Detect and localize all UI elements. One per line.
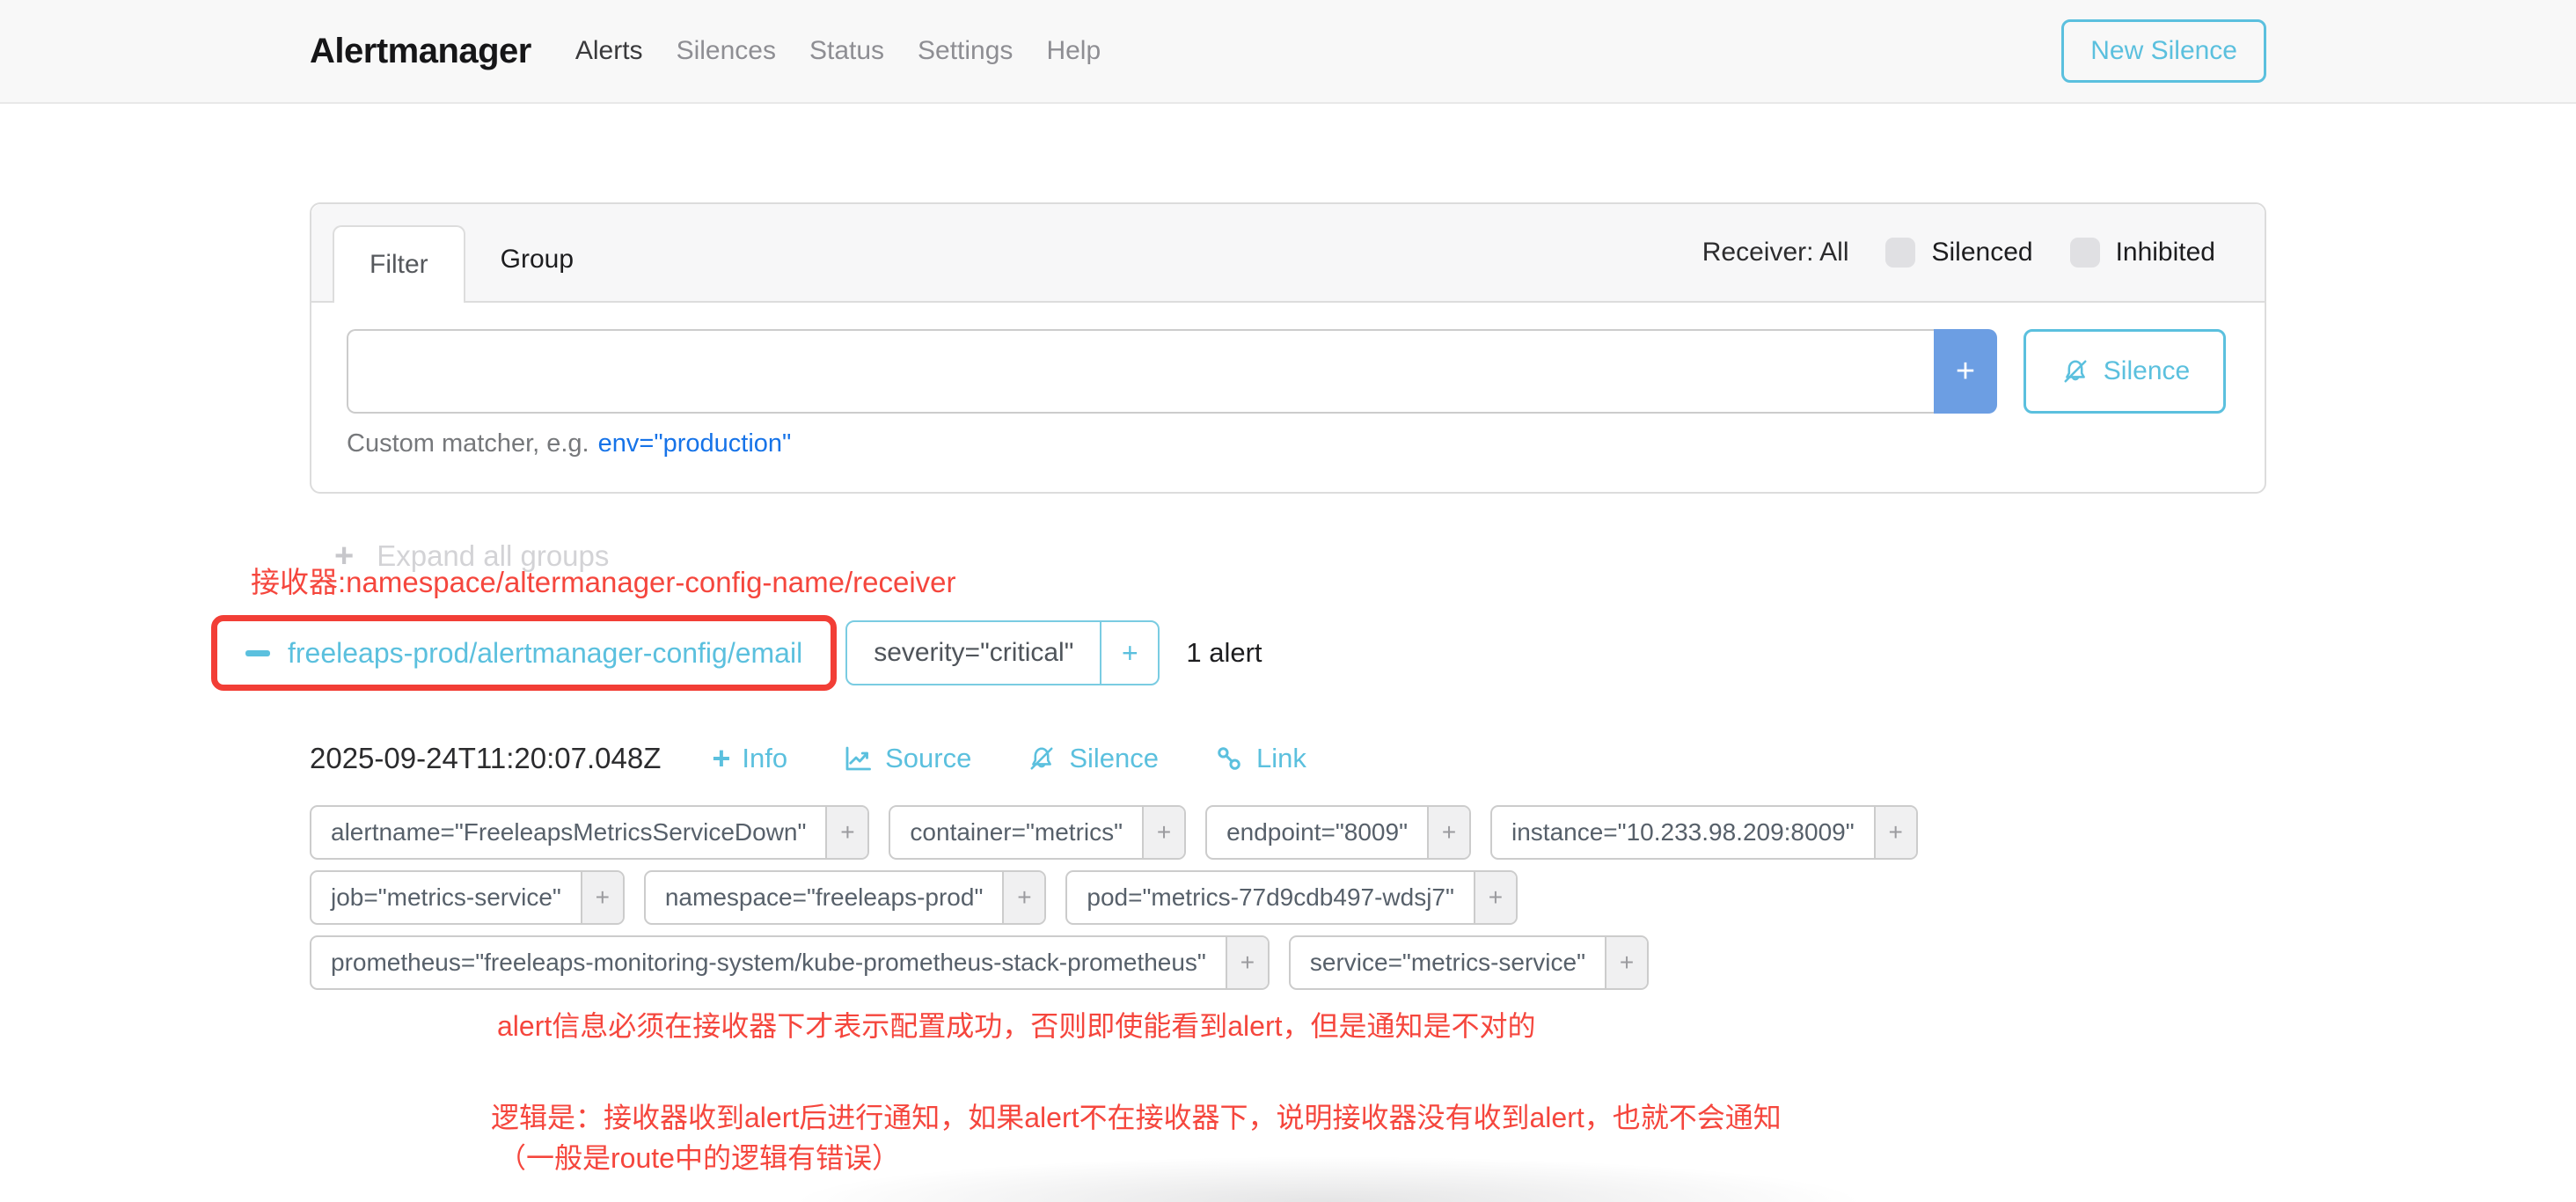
label-add-button[interactable]: + (1605, 937, 1647, 988)
alert-labels: alertname="FreeleapsMetricsServiceDown"+… (310, 805, 2266, 990)
tab-filter[interactable]: Filter (333, 225, 465, 303)
silence-button-label: Silence (2104, 356, 2190, 386)
receiver-group-name: freeleaps-prod/alertmanager-config/email (288, 637, 802, 670)
matcher-input[interactable] (347, 329, 1934, 414)
alert-silence-link[interactable]: Silence (1026, 743, 1159, 774)
label-tag[interactable]: prometheus="freeleaps-monitoring-system/… (310, 935, 1270, 990)
annotation-config-note: alert信息必须在接收器下才表示配置成功，否则即使能看到alert，但是通知是… (497, 1004, 2266, 1044)
matcher-input-group: + (347, 329, 1997, 414)
label-add-button[interactable]: + (1427, 807, 1469, 858)
group-matcher-chip: severity="critical" + (845, 620, 1160, 685)
bell-slash-icon (2060, 355, 2091, 387)
silenced-checkbox[interactable] (1885, 238, 1915, 268)
annotation-receiver-note: 接收器:namespace/altermanager-config-name/r… (251, 559, 2266, 601)
silence-label: Silence (1069, 743, 1159, 774)
plus-icon: + (1956, 353, 1975, 391)
helper-example-link[interactable]: env="production" (598, 429, 792, 458)
annotation-logic-note: 逻辑是：接收器收到alert后进行通知，如果alert不在接收器下，说明接收器没… (491, 1097, 2266, 1178)
filter-panel-header: Filter Group Receiver: All Silenced Inhi… (311, 204, 2265, 303)
alert-link-link[interactable]: Link (1213, 743, 1306, 774)
new-silence-button[interactable]: New Silence (2061, 19, 2266, 83)
label-tag[interactable]: endpoint="8009"+ (1205, 805, 1471, 860)
add-matcher-button[interactable]: + (1934, 329, 1997, 414)
info-label: Info (742, 743, 787, 774)
alert-info-link[interactable]: + Info (712, 743, 787, 774)
helper-text: Custom matcher, e.g. (347, 429, 589, 458)
nav-item-alerts[interactable]: Alerts (575, 36, 643, 66)
label-tag[interactable]: namespace="freeleaps-prod"+ (644, 870, 1047, 925)
annotation-logic-line: 逻辑是：接收器收到alert后进行通知，如果alert不在接收器下，说明接收器没… (491, 1097, 2266, 1138)
tab-group[interactable]: Group (465, 222, 609, 301)
alert-timestamp: 2025-09-24T11:20:07.048Z (310, 742, 661, 775)
receiver-group-button[interactable]: freeleaps-prod/alertmanager-config/email (245, 637, 802, 670)
silenced-filter[interactable]: Silenced (1885, 238, 2032, 268)
label-add-button[interactable]: + (1874, 807, 1916, 858)
alert-source-link[interactable]: Source (842, 743, 971, 774)
link-icon (1213, 743, 1245, 774)
filter-panel-body: + Silence Custom matcher, e.g. env="produ… (311, 303, 2265, 492)
silenced-label: Silenced (1931, 238, 2032, 268)
label-tag[interactable]: container="metrics"+ (889, 805, 1186, 860)
nav-item-settings[interactable]: Settings (918, 36, 1013, 66)
nav-item-help[interactable]: Help (1046, 36, 1101, 66)
nav-item-silences[interactable]: Silences (677, 36, 776, 66)
label-add-button[interactable]: + (825, 807, 867, 858)
inhibited-filter[interactable]: Inhibited (2070, 238, 2215, 268)
alert-group-row: freeleaps-prod/alertmanager-config/email… (211, 615, 2266, 691)
label-add-button[interactable]: + (1226, 937, 1268, 988)
nav-item-status[interactable]: Status (809, 36, 884, 66)
app-brand[interactable]: Alertmanager (310, 32, 531, 71)
plus-icon: + (712, 743, 730, 774)
label-tag[interactable]: instance="10.233.98.209:8009"+ (1490, 805, 1918, 860)
link-label: Link (1256, 743, 1306, 774)
label-tag[interactable]: job="metrics-service"+ (310, 870, 625, 925)
filter-panel: Filter Group Receiver: All Silenced Inhi… (310, 202, 2266, 494)
filter-tabs: Filter Group (333, 204, 609, 301)
label-tag[interactable]: pod="metrics-77d9cdb497-wdsj7"+ (1065, 870, 1518, 925)
main-content: Filter Group Receiver: All Silenced Inhi… (310, 202, 2266, 1178)
alert-count: 1 alert (1186, 637, 1262, 669)
navbar: Alertmanager Alerts Silences Status Sett… (0, 0, 2576, 104)
silence-button[interactable]: Silence (2023, 329, 2226, 414)
receiver-filter[interactable]: Receiver: All (1702, 238, 1849, 268)
label-add-button[interactable]: + (1474, 872, 1516, 923)
label-add-button[interactable]: + (581, 872, 623, 923)
matcher-helper: Custom matcher, e.g. env="production" (347, 429, 2226, 458)
inhibited-checkbox[interactable] (2070, 238, 2100, 268)
bell-slash-icon (1026, 743, 1057, 774)
annotation-logic-line2: （一般是route中的逻辑有错误） (491, 1138, 2266, 1178)
collapse-icon (245, 650, 270, 656)
annotation-highlight-box: freeleaps-prod/alertmanager-config/email (211, 615, 837, 691)
alert-item: 2025-09-24T11:20:07.048Z + Info Source (310, 742, 2266, 990)
nav-links: Alerts Silences Status Settings Help (575, 36, 1101, 66)
label-tag[interactable]: alertname="FreeleapsMetricsServiceDown"+ (310, 805, 869, 860)
label-add-button[interactable]: + (1002, 872, 1044, 923)
group-matcher-add-button[interactable]: + (1100, 622, 1158, 684)
group-matcher-text: severity="critical" (847, 622, 1100, 684)
inhibited-label: Inhibited (2116, 238, 2215, 268)
label-tag[interactable]: service="metrics-service"+ (1289, 935, 1649, 990)
chart-line-icon (842, 743, 874, 774)
source-label: Source (885, 743, 971, 774)
label-add-button[interactable]: + (1142, 807, 1184, 858)
